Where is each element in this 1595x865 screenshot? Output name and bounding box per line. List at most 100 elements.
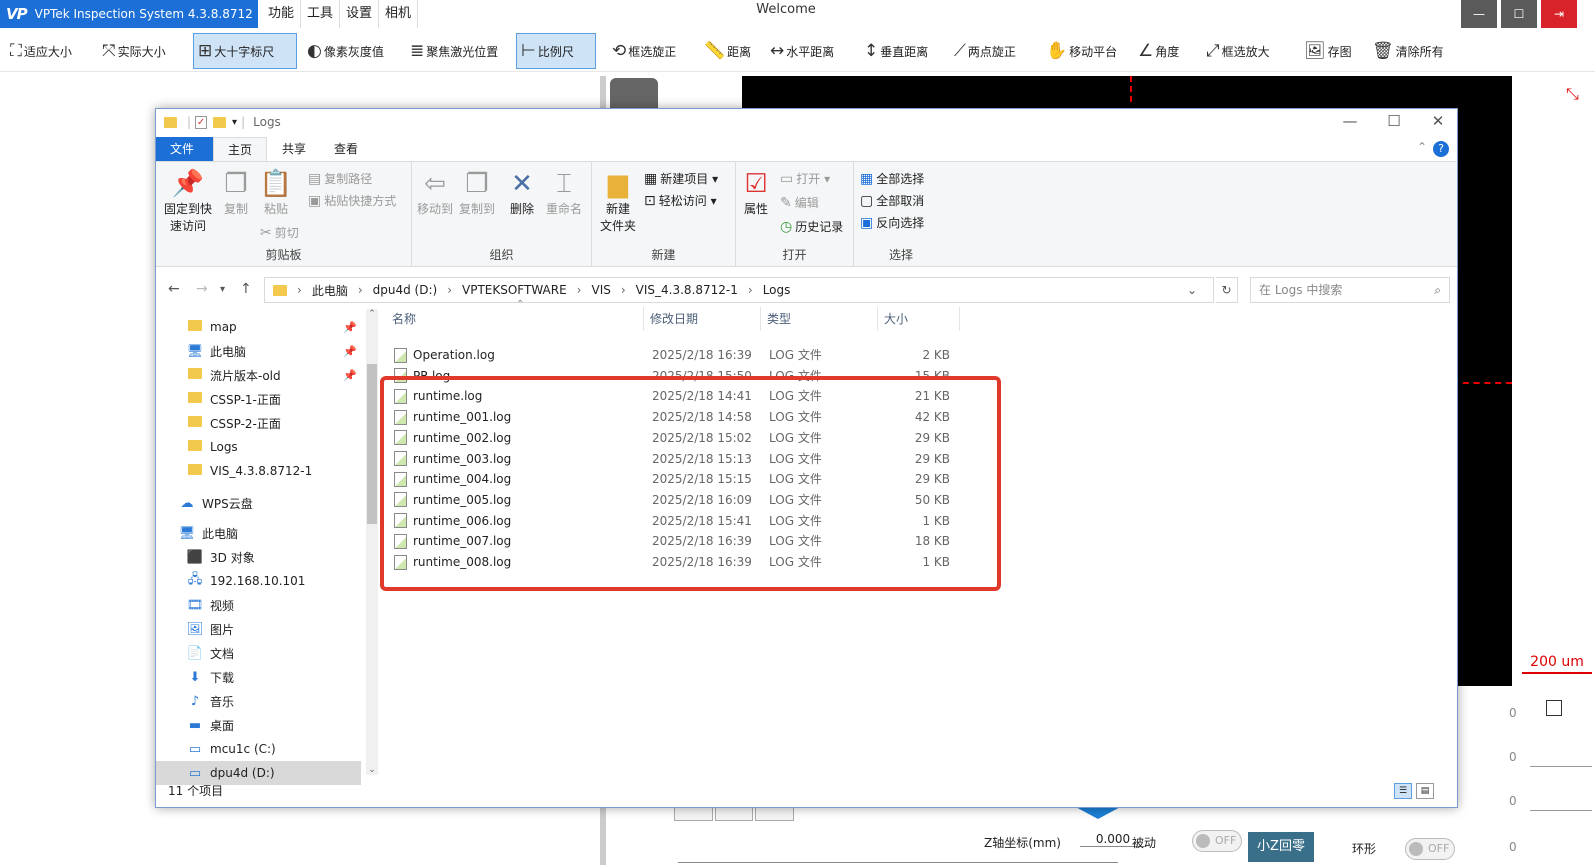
help-icon[interactable]: ? (1433, 141, 1449, 157)
tab-view[interactable]: 查看 (320, 137, 372, 161)
laser-focus-button[interactable]: ≣ 聚焦激光位置 (406, 33, 502, 69)
minimize-button[interactable]: — (1461, 0, 1497, 28)
nav-item[interactable]: 🖼 图片 (156, 617, 361, 641)
maximize-button[interactable]: ☐ (1501, 0, 1537, 28)
explorer-maximize-button[interactable]: ☐ (1376, 112, 1412, 130)
rename-button[interactable]: ⌶ 重命名 (544, 168, 584, 217)
column-date[interactable]: 修改日期 (644, 307, 761, 331)
ring-toggle[interactable]: OFF (1405, 838, 1455, 860)
move-stage-button[interactable]: ✋ 移动平台 (1042, 33, 1121, 69)
new-item-button[interactable]: ▦ 新建项目 ▾ (644, 170, 718, 187)
nav-item[interactable]: 🖥 此电脑 📌 (156, 339, 361, 363)
copy-to-button[interactable]: ❐ 复制到 (458, 168, 496, 217)
nav-item[interactable]: 🖥 此电脑 (156, 521, 361, 545)
camera-icon[interactable] (610, 78, 658, 110)
nav-item[interactable]: CSSP-1-正面 (156, 387, 361, 411)
nav-item[interactable]: 📄 文档 (156, 641, 361, 665)
breadcrumb-vis-version[interactable]: VIS_4.3.8.8712-1 (636, 283, 738, 297)
angle-button[interactable]: ∠ 角度 (1134, 33, 1183, 69)
new-folder-quick-icon[interactable] (213, 116, 227, 128)
refresh-button[interactable]: ↻ (1216, 277, 1238, 303)
paste-button[interactable]: 📋 粘贴 (258, 168, 294, 217)
large-icons-view-icon[interactable]: ▤ (1416, 783, 1434, 799)
search-input[interactable]: 在 Logs 中搜索 ⌕ (1250, 277, 1450, 303)
passive-toggle[interactable]: OFF (1192, 830, 1242, 852)
nav-item[interactable]: VIS_4.3.8.8712-1 (156, 459, 361, 483)
rotate-select-button[interactable]: ⟲ 框选旋正 (608, 33, 680, 69)
horizontal-distance-button[interactable]: ↔ 水平距离 (766, 33, 838, 69)
forward-arrow-icon[interactable]: → (196, 281, 208, 297)
open-button[interactable]: ▭ 打开 ▾ (780, 170, 830, 187)
nav-item[interactable]: ☁ WPS云盘 (156, 491, 361, 515)
menu-function[interactable]: 功能 (262, 0, 302, 28)
nav-item[interactable]: ⬇ 下载 (156, 665, 361, 689)
invert-select-button[interactable]: ▣ 反向选择 (860, 214, 924, 231)
expand-arrows-icon[interactable]: ⤡ (1566, 84, 1579, 104)
checkbox[interactable] (1546, 700, 1562, 716)
nav-item[interactable]: map 📌 (156, 315, 361, 339)
menu-settings[interactable]: 设置 (340, 0, 380, 28)
select-none-button[interactable]: ▢ 全部取消 (860, 192, 924, 209)
select-all-button[interactable]: ▦ 全部选择 (860, 170, 924, 187)
breadcrumb-this-pc[interactable]: 此电脑 (312, 282, 348, 299)
back-arrow-icon[interactable]: ← (168, 281, 180, 297)
menu-camera[interactable]: 相机 (379, 0, 419, 28)
scroll-thumb[interactable] (367, 364, 377, 524)
file-row[interactable]: Operation.log 2025/2/18 16:39 LOG 文件 2 KB (386, 345, 1196, 365)
actual-size-button[interactable]: ⤧ 实际大小 (98, 33, 170, 69)
z-home-button[interactable]: 小Z回零 (1248, 832, 1314, 862)
column-type[interactable]: 类型 (761, 307, 878, 331)
copy-button[interactable]: ❐ 复制 (218, 168, 254, 217)
scroll-down-icon[interactable]: ⌄ (366, 765, 378, 775)
tab-share[interactable]: 共享 (268, 137, 320, 161)
paste-shortcut-button[interactable]: ▣ 粘贴快捷方式 (308, 192, 396, 209)
save-image-button[interactable]: 🖼 存图 (1300, 33, 1356, 69)
nav-item[interactable]: ⬛ 3D 对象 (156, 545, 361, 569)
input-line-1[interactable] (1530, 766, 1592, 767)
pixel-gray-button[interactable]: ◐ 像素灰度值 (303, 33, 388, 69)
breadcrumb-drive[interactable]: dpu4d (D:) (373, 283, 438, 297)
copy-path-button[interactable]: ▤ 复制路径 (308, 170, 372, 187)
nav-item[interactable]: CSSP-2-正面 (156, 411, 361, 435)
zoom-select-button[interactable]: ⤢ 框选放大 (1202, 33, 1274, 69)
edit-button[interactable]: ✎ 编辑 (780, 194, 819, 211)
explorer-minimize-button[interactable]: — (1332, 112, 1368, 130)
details-view-icon[interactable]: ☰ (1394, 783, 1412, 799)
up-arrow-icon[interactable]: ↑ (240, 281, 252, 297)
properties-button[interactable]: ☑ 属性 (740, 168, 772, 217)
explorer-close-button[interactable]: ✕ (1420, 112, 1456, 130)
fit-size-button[interactable]: ⛶ 适应大小 (6, 33, 76, 69)
exit-button[interactable]: ⇥ (1541, 0, 1577, 28)
tab-home[interactable]: 主页 (213, 137, 268, 161)
distance-button[interactable]: 📏 距离 (700, 33, 755, 69)
easy-access-button[interactable]: ⊡ 轻松访问 ▾ (644, 192, 717, 209)
scale-bar-button[interactable]: ⊢ 比例尺 (516, 33, 596, 69)
delete-button[interactable]: ✕ 删除 (506, 168, 538, 217)
nav-item[interactable]: ▭ mcu1c (C:) (156, 737, 361, 761)
column-name[interactable]: 名称 (386, 307, 644, 331)
move-to-button[interactable]: ⇦ 移动到 (416, 168, 454, 217)
quick-access-dropdown-icon[interactable]: ▾ (232, 117, 237, 128)
nav-item[interactable]: 🖧 192.168.10.101 (156, 569, 361, 593)
pin-quick-access-button[interactable]: 📌 固定到快 速访问 (162, 168, 214, 234)
recent-dropdown-icon[interactable]: ▾ (220, 284, 225, 295)
collapse-ribbon-icon[interactable]: ⌃ (1417, 140, 1427, 154)
address-bar[interactable]: › 此电脑 › dpu4d (D:) › VPTEKSOFTWARE › VIS… (264, 277, 1214, 303)
nav-item[interactable]: ▬ 桌面 (156, 713, 361, 737)
address-dropdown-icon[interactable]: ⌄ (1187, 283, 1197, 297)
nav-item[interactable]: Logs (156, 435, 361, 459)
crosshair-ruler-button[interactable]: ⊞ 大十字标尺 (193, 33, 297, 69)
breadcrumb-vis[interactable]: VIS (591, 283, 610, 297)
breadcrumb-logs[interactable]: Logs (763, 283, 791, 297)
properties-quick-icon[interactable]: ✓ (195, 115, 208, 129)
menu-tools[interactable]: 工具 (301, 0, 341, 28)
new-folder-button[interactable]: ▆ 新建 文件夹 (598, 168, 638, 234)
nav-item[interactable]: ♪ 音乐 (156, 689, 361, 713)
nav-item[interactable]: 🎞 视频 (156, 593, 361, 617)
nav-scrollbar[interactable]: ⌃ ⌄ (366, 309, 378, 775)
vertical-distance-button[interactable]: ↕ 垂直距离 (860, 33, 932, 69)
cut-button[interactable]: ✂ 剪切 (260, 224, 299, 241)
nav-item[interactable]: 流片版本-old 📌 (156, 363, 361, 387)
two-point-rotate-button[interactable]: ⟋ 两点旋正 (950, 33, 1020, 69)
scroll-up-icon[interactable]: ⌃ (366, 309, 378, 319)
